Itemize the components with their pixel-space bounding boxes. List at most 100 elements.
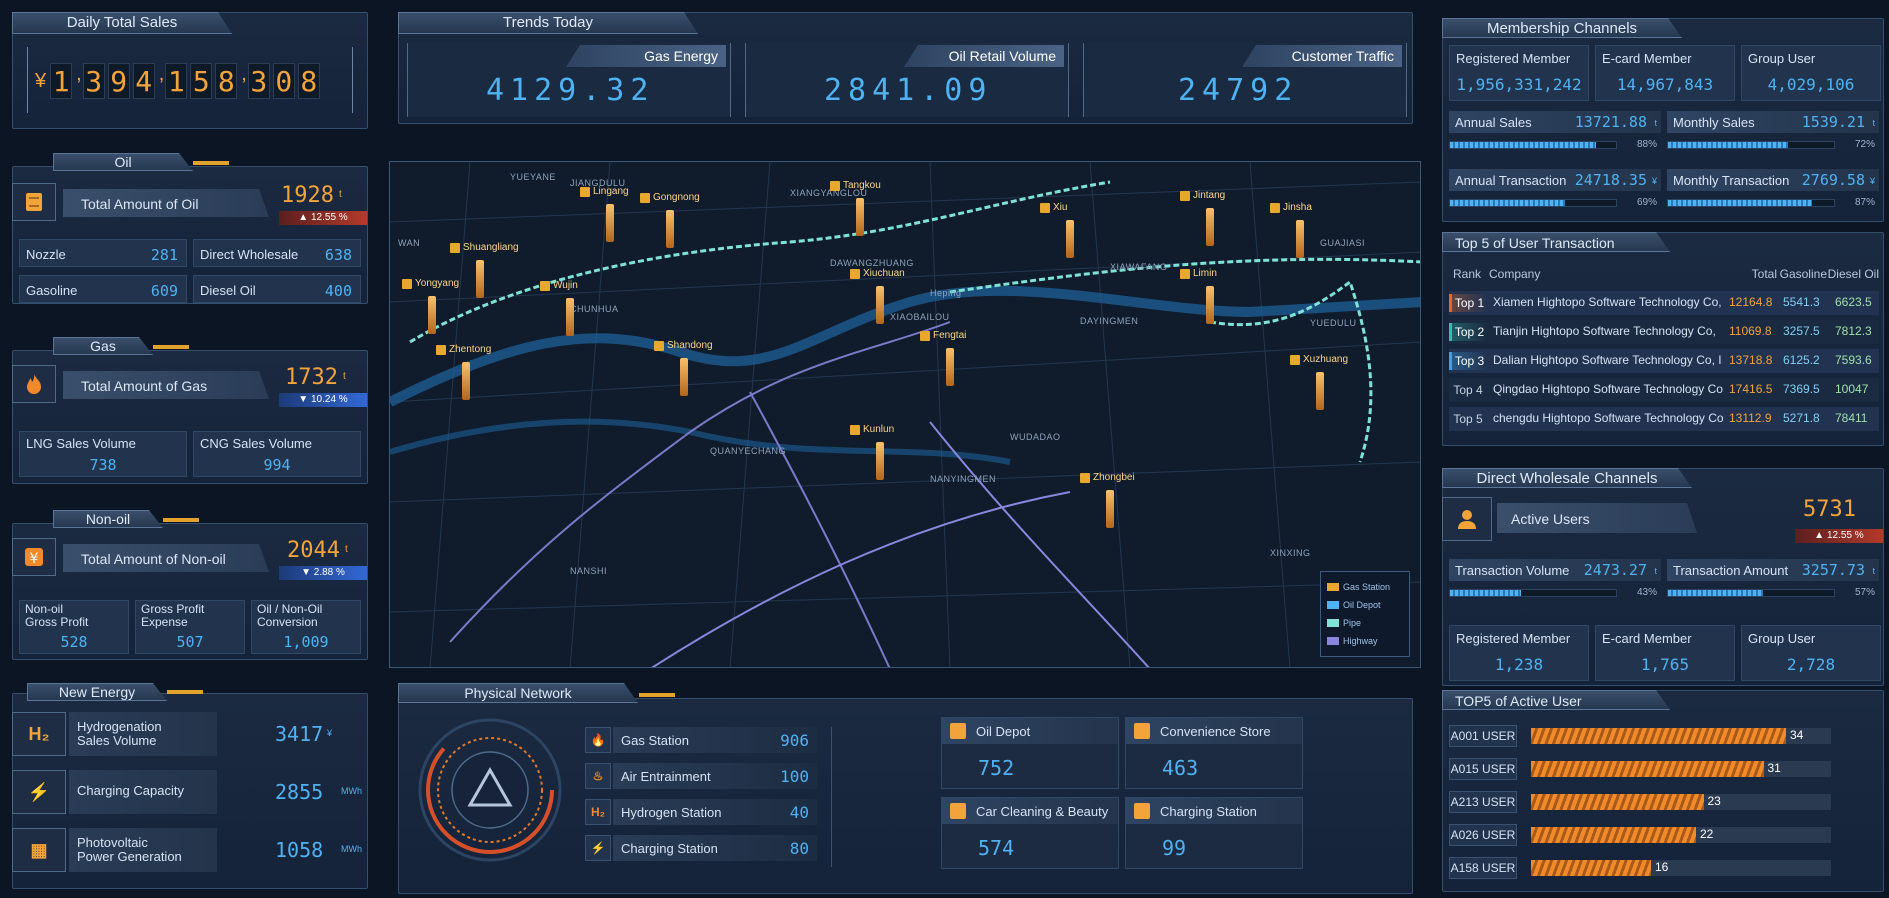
station-name: Zhongbei [1093,472,1135,483]
table-header: Gasoline [1779,267,1827,281]
network-value: 100 [780,767,809,786]
table-row[interactable]: Top 1 Xiamen Hightopo Software Technology… [1449,291,1879,315]
new-energy-label: Power Generation [77,849,182,864]
map-station[interactable]: Limin [1180,268,1217,279]
legend-swatch [1327,601,1339,609]
map-station[interactable]: Zhentong [436,344,491,355]
new-energy-label-bar: Photovoltaic Power Generation [69,828,217,872]
map-station[interactable]: Zhongbei [1080,472,1135,483]
stat-label: Gross Profit [25,615,89,629]
gas-station-icon [1080,472,1090,483]
network-card-label: Convenience Store [1160,724,1271,739]
map-station[interactable]: Xuzhuang [1290,354,1348,365]
active-user-value: 16 [1655,860,1669,874]
station-map[interactable]: YUEYANE JIANGDULU XIANGYANGLOU DAYINGMEN QUA… [389,161,1421,668]
panel-title: Daily Total Sales [12,12,232,34]
table-row[interactable]: Top 2 Tianjin Hightopo Software Technolog… [1449,320,1879,344]
company-name: Tianjin Hightopo Software Technology Co, [1493,324,1716,338]
station-name: Wujin [553,280,578,291]
active-users-value: 5731 [1803,497,1856,522]
gas-delta-badge: ▼ 10.24 % [279,393,367,407]
network-card-value: 574 [978,836,1015,860]
table-row[interactable]: Top 5 chengdu Hightopo Software Technolog… [1449,407,1879,431]
panel-title: TOP5 of Active User [1442,690,1670,710]
gas-station-icon [1040,202,1050,213]
legend-item: Oil Depot [1327,596,1403,614]
map-station[interactable]: Shandong [654,340,713,351]
yen-icon: ¥ [12,538,56,576]
panel-title: Physical Network [398,683,638,703]
progress-bar [1449,199,1617,207]
district-label: NANSHI [570,566,608,576]
map-station[interactable]: Jintang [1180,190,1225,201]
district-label: GUAJIASI [1320,238,1366,248]
table-row[interactable]: Top 4 Qingdao Hightopo Software Technolog… [1449,378,1879,402]
active-user-value: 22 [1700,827,1714,841]
wholesale-count-value: 1,765 [1640,655,1690,674]
active-user-name: A213 USER [1449,791,1517,813]
stat-label: LNG Sales Volume [26,436,136,451]
map-station[interactable]: Jinsha [1270,202,1312,213]
sales-digit: 8 [215,63,238,99]
map-station[interactable]: Xiuchuan [850,268,905,279]
station-marker [1106,490,1114,528]
charging-station-icon [1134,803,1150,819]
metric-label: Annual Sales [1455,115,1532,130]
map-station[interactable]: Shuangliang [450,242,519,253]
sales-digit: , [76,63,82,85]
metric-unit: ¥ [1869,176,1875,186]
network-label: Hydrogen Station [621,805,722,820]
wholesale-count-label: E-card Member [1602,631,1692,646]
rank-badge: Top 1 [1449,294,1487,312]
new-energy-value: 1058 [275,838,324,862]
metric-label: Monthly Transaction [1673,173,1790,188]
district-label: XIAWAFANG [1110,262,1168,272]
metric-value: 2769.58 [1801,171,1865,189]
wholesale-metric: Transaction Amount 3257.73 t 57% [1667,559,1879,611]
trend-label: Oil Retail Volume [904,45,1064,67]
map-station[interactable]: Tangkou [830,180,881,191]
station-name: Jinsha [1283,202,1312,213]
table-header: Total [1751,267,1777,281]
panel-title: Trends Today [398,12,698,34]
active-user-name: A015 USER [1449,758,1517,780]
charging-station-icon: ⚡ [585,835,611,861]
progress-percent: 88% [1636,139,1657,150]
district-label: WUDADAO [1010,432,1061,442]
trend-card: Customer Traffic 24792 [1083,43,1407,117]
diesel-value: 7593.6 [1835,353,1872,367]
table-row[interactable]: Top 3 Dalian Hightopo Software Technology… [1449,349,1879,373]
map-station[interactable]: Fengtai [920,330,966,341]
network-card-label: Charging Station [1160,804,1257,819]
map-station[interactable]: Xiu [1040,202,1067,213]
new-energy-label: Charging Capacity [77,783,184,798]
stat-cell: Gasoline 609 [19,275,187,303]
gasoline-value: 7369.5 [1783,382,1820,396]
member-count-cell: Group User 4,029,106 [1741,45,1881,101]
map-station[interactable]: Yongyang [402,278,459,289]
member-count-label: Group User [1748,51,1816,66]
map-station[interactable]: Lingang [580,186,629,197]
gas-delta-unit: % [338,394,348,405]
sales-digits: 1,394,158,308 [50,63,323,99]
sales-digit: 3 [82,63,105,99]
panel-title: Top 5 of User Transaction [1442,232,1670,252]
rank-badge: Top 5 [1453,412,1483,426]
sales-digit: 1 [165,63,188,99]
gas-station-icon [640,192,650,203]
map-station[interactable]: Kunlun [850,424,894,435]
gas-station-icon [540,280,550,291]
network-card: Charging Station 99 [1125,797,1303,869]
member-metric: Annual Transaction 24718.35 ¥69% [1449,169,1661,221]
legend-swatch [1327,637,1339,645]
district-label: DAWANGZHUANG [830,258,914,268]
new-energy-label-bar: Hydrogenation Sales Volume [69,712,217,756]
company-name: Qingdao Hightopo Software Technology Co [1493,382,1723,396]
company-name: chengdu Hightopo Software Technology Co [1493,411,1724,425]
oil-delta-unit: % [338,212,348,223]
new-energy-unit: ¥ [327,728,333,738]
metric-unit: t [1654,118,1657,128]
map-station[interactable]: Gongnong [640,192,700,203]
nonoil-total-unit: t [345,544,348,555]
map-station[interactable]: Wujin [540,280,578,291]
